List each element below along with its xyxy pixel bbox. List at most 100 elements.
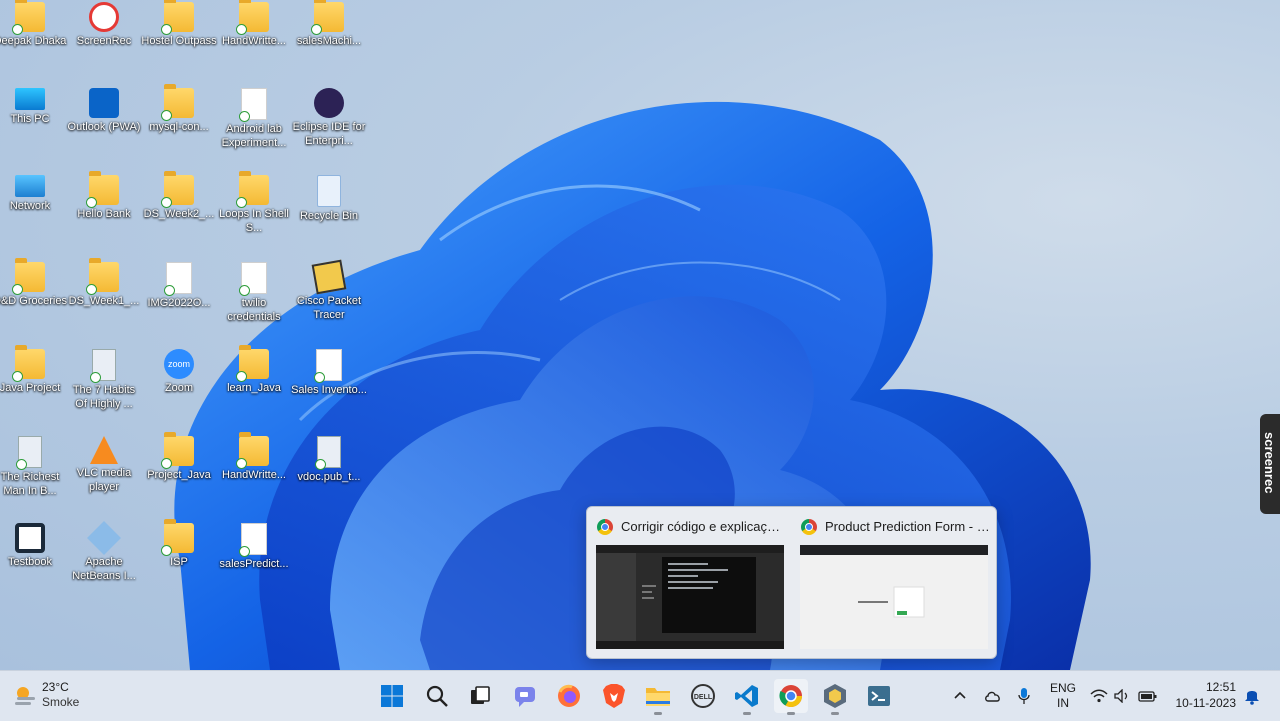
desktop-icon[interactable]: Cisco Packet Tracer [291, 259, 367, 322]
screenrec-icon [89, 2, 119, 32]
document-icon [239, 262, 267, 296]
sync-status-icon [12, 284, 23, 295]
desktop-icon-label: vdoc.pub_t... [297, 471, 361, 483]
document-icon [239, 88, 267, 122]
show-hidden-icons-button[interactable] [950, 671, 970, 721]
desktop-icon[interactable]: HandWritte... [216, 432, 292, 482]
desktop-icon[interactable]: ScreenRec [66, 2, 142, 48]
dell-button[interactable]: DELL [686, 679, 720, 713]
language-indicator[interactable]: ENG IN [1044, 671, 1082, 721]
running-indicator [787, 712, 795, 715]
desktop-icon[interactable]: Recycle Bin [291, 175, 367, 223]
weather-icon [15, 687, 35, 705]
sync-status-icon [161, 110, 172, 121]
desktop-icon-label: Recycle Bin [299, 210, 359, 222]
task-view-button[interactable] [463, 679, 497, 713]
desktop-icon[interactable]: salesMachi... [291, 0, 367, 48]
chrome-icon [597, 519, 613, 535]
desktop-icon[interactable]: learn_Java [216, 345, 292, 395]
file-explorer-button[interactable] [641, 679, 675, 715]
sync-status-icon [236, 458, 247, 469]
sync-status-icon [314, 372, 325, 383]
dell-icon: DELL [691, 684, 715, 708]
app-terminal-button[interactable] [862, 679, 896, 713]
desktop-icon[interactable]: DS_Week1_... [66, 258, 142, 308]
search-icon [426, 685, 448, 707]
desktop-icon[interactable]: Outlook (PWA) [66, 88, 142, 134]
desktop-icon[interactable]: Android lab Experiment... [216, 88, 292, 150]
desktop-icon[interactable]: mysql-con... [141, 84, 217, 134]
chat-button[interactable] [508, 679, 542, 713]
microphone-button[interactable] [1014, 671, 1034, 721]
volume-icon [1114, 689, 1128, 703]
desktop-icon[interactable]: Project_Java [141, 432, 217, 482]
vscode-button[interactable] [730, 679, 764, 715]
vscode-icon [735, 685, 758, 707]
desktop-icon[interactable]: ISP [141, 519, 217, 569]
app-hex-button[interactable] [818, 679, 852, 715]
folder-icon [236, 171, 269, 208]
search-button[interactable] [420, 679, 454, 713]
desktop-icon[interactable]: Hello Bank [66, 171, 142, 221]
sync-status-icon [90, 372, 101, 383]
preview-thumbnail-code [596, 545, 784, 649]
screenrec-side-tab[interactable]: screenrec [1260, 414, 1280, 514]
desktop-icon[interactable]: DS_Week2_... [141, 171, 217, 221]
preview-window-2[interactable]: Product Prediction Form - Go... [797, 515, 993, 653]
onedrive-button[interactable] [982, 671, 1004, 721]
desktop-icon[interactable]: Network [0, 175, 68, 213]
desktop-icon[interactable]: The 7 Habits Of Highly ... [66, 349, 142, 411]
terminal-app-icon [868, 686, 890, 706]
folder-icon [161, 84, 194, 121]
sync-status-icon [239, 546, 250, 557]
desktop-icon-label: Eclipse IDE for Enterpri... [292, 121, 366, 147]
notifications-button[interactable] [1242, 671, 1262, 721]
desktop-icon[interactable]: zoom Zoom [141, 349, 217, 395]
folder-icon [12, 0, 45, 35]
desktop-icon[interactable]: VLC media player [66, 436, 142, 494]
desktop-icon[interactable]: Hostel Outpass [141, 0, 217, 48]
sync-status-icon [12, 371, 23, 382]
desktop-icon[interactable]: Loops In Shell S... [216, 171, 292, 235]
desktop-icon[interactable]: Java Project [0, 345, 68, 395]
desktop-icon[interactable]: IMG2022O... [141, 262, 217, 310]
desktop-icon[interactable]: salesPredict... [216, 523, 292, 571]
sync-status-icon [236, 24, 247, 35]
desktop-icon-label: Network [9, 200, 51, 212]
sync-status-icon [86, 197, 97, 208]
desktop-icon[interactable]: Eclipse IDE for Enterpri... [291, 88, 367, 148]
desktop-icon[interactable]: Sales Invento... [291, 349, 367, 397]
language-code: ENG [1049, 681, 1076, 695]
desktop-icon-label: Hostel Outpass [141, 35, 217, 47]
preview-window-1[interactable]: Corrigir código e explicação. ... [593, 515, 789, 653]
folder-icon [86, 258, 119, 295]
desktop-icon-label: salesMachi... [296, 35, 362, 47]
sync-status-icon [236, 371, 247, 382]
outlook-icon [89, 88, 119, 118]
desktop-icon-label: twilio credentials [227, 297, 281, 323]
desktop-icon[interactable]: vdoc.pub_t... [291, 436, 367, 484]
desktop-icon[interactable]: HandWritte... [216, 0, 292, 48]
desktop-icon-label: Loops In Shell S... [219, 208, 289, 234]
screenrec-tab-label: screenrec [1262, 432, 1277, 494]
folder-icon [161, 171, 194, 208]
weather-widget[interactable]: 23°C Smoke [10, 671, 100, 721]
firefox-button[interactable] [552, 679, 586, 713]
folder-icon [236, 432, 269, 469]
desktop-icon[interactable]: D&D Groceries [0, 258, 68, 308]
desktop-icon[interactable]: twilio credentials [216, 262, 292, 324]
sync-status-icon [239, 285, 250, 296]
start-button[interactable] [375, 679, 409, 713]
desktop-icon-label: The Richest Man In B... [0, 471, 60, 497]
desktop-icon[interactable]: The Richest Man In B... [0, 436, 68, 498]
brave-button[interactable] [597, 679, 631, 713]
chrome-button[interactable] [774, 679, 808, 715]
desktop-icon[interactable]: Testbook [0, 523, 68, 569]
quick-settings-button[interactable] [1090, 671, 1160, 721]
desktop-icon[interactable]: This PC [0, 88, 68, 126]
desktop-icon-label: Sales Invento... [291, 384, 367, 396]
clock[interactable]: 12:51 10-11-2023 [1168, 671, 1238, 721]
document-icon [314, 349, 342, 383]
desktop-icon[interactable]: Apache NetBeans I... [66, 521, 142, 583]
desktop-icon[interactable]: Deepak Dhaka [0, 0, 68, 48]
